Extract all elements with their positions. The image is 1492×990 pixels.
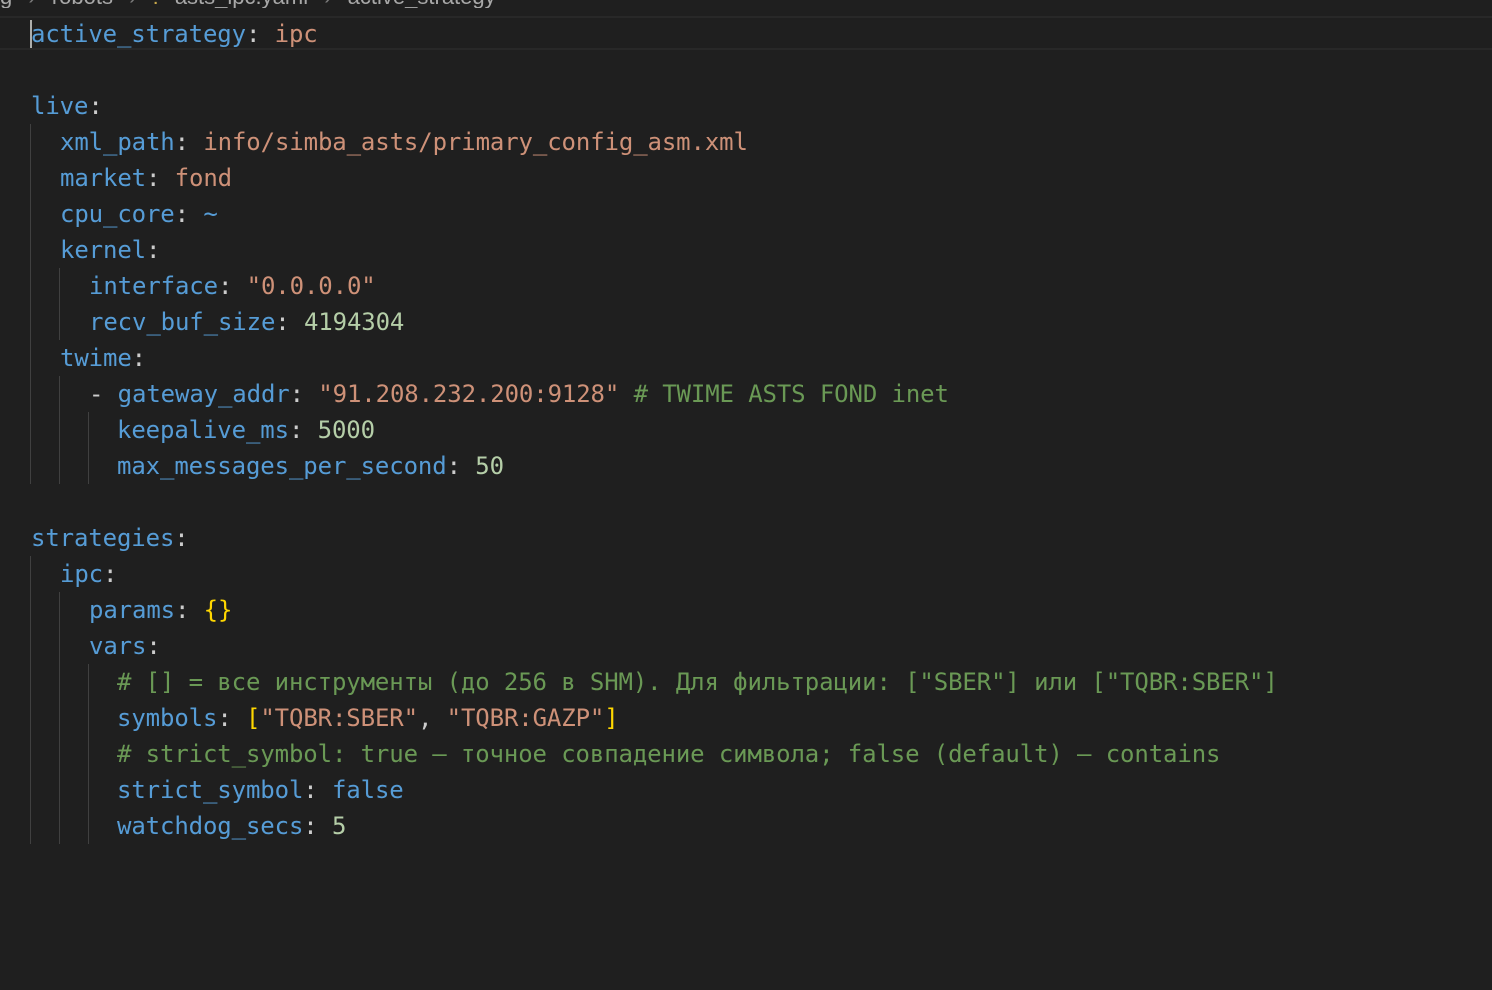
string-value: info/simba_asts/primary_config_asm.xml [203, 128, 748, 156]
code-line[interactable]: interface: "0.0.0.0" [89, 268, 376, 304]
punctuation: : [103, 560, 118, 588]
code-line[interactable]: # [] = все инструменты (до 256 в SHM). Д… [117, 664, 1278, 700]
punctuation: : [303, 776, 332, 804]
code-line[interactable]: - gateway_addr: "91.208.232.200:9128" # … [89, 376, 949, 412]
keyword-value: ~ [203, 200, 218, 228]
punctuation: : [217, 272, 247, 300]
yaml-key: market [60, 164, 146, 192]
comment: # TWIME ASTS FOND inet [633, 380, 949, 408]
punctuation: , [417, 704, 447, 732]
punctuation: : [145, 164, 175, 192]
punctuation: : [146, 632, 161, 660]
yaml-key: vars [89, 632, 147, 660]
indent-guide [59, 268, 60, 340]
string-value: ipc [274, 20, 318, 48]
yaml-key: max_messages_per_second [117, 452, 447, 480]
indent-guide [30, 556, 31, 844]
code-line[interactable]: strategies: [31, 520, 189, 556]
code-line[interactable]: active_strategy: ipc [31, 16, 318, 52]
code-line[interactable]: params: {} [89, 592, 232, 628]
yaml-key: live [31, 92, 89, 120]
bracket: ] [604, 704, 619, 732]
punctuation: - [89, 380, 118, 408]
code-line[interactable]: cpu_core: ~ [60, 196, 218, 232]
yaml-key: twime [60, 344, 132, 372]
breadcrumb: g › robots › ! asts_ipc.yaml › active_st… [0, 0, 760, 8]
yaml-key: strategies [31, 524, 175, 552]
yaml-key: interface [89, 272, 218, 300]
punctuation: : [88, 92, 103, 120]
code-line[interactable]: watchdog_secs: 5 [117, 808, 346, 844]
indent-guide [88, 664, 89, 844]
string-value: fond [174, 164, 232, 192]
punctuation: : [288, 416, 318, 444]
code-line[interactable]: ipc: [60, 556, 117, 592]
number-value: 50 [475, 452, 504, 480]
code-line[interactable]: kernel: [60, 232, 160, 268]
code-line[interactable]: twime: [60, 340, 146, 376]
yaml-key: kernel [60, 236, 146, 264]
punctuation: : [245, 20, 275, 48]
punctuation: : [303, 812, 332, 840]
code-line[interactable]: symbols: ["TQBR:SBER", "TQBR:GAZP"] [117, 700, 619, 736]
breadcrumb-item[interactable]: g [0, 0, 12, 8]
punctuation: : [131, 344, 146, 372]
code-line[interactable]: strict_symbol: false [117, 772, 404, 808]
punctuation: : [446, 452, 476, 480]
bracket: {} [203, 596, 233, 624]
yaml-key: xml_path [60, 128, 175, 156]
code-line[interactable]: max_messages_per_second: 50 [117, 448, 504, 484]
comment: # strict_symbol: true — точное совпадени… [117, 740, 1221, 768]
code-line[interactable]: xml_path: info/simba_asts/primary_config… [60, 124, 748, 160]
yaml-key: recv_buf_size [89, 308, 276, 336]
yaml-key: symbols [117, 704, 218, 732]
punctuation: : [174, 524, 189, 552]
punctuation: : [275, 308, 304, 336]
yaml-key: keepalive_ms [117, 416, 289, 444]
code-line[interactable]: keepalive_ms: 5000 [117, 412, 375, 448]
number-value: 5000 [317, 416, 375, 444]
code-line[interactable]: vars: [89, 628, 161, 664]
punctuation: : [289, 380, 319, 408]
yaml-key: gateway_addr [117, 380, 290, 408]
yaml-key: strict_symbol [117, 776, 304, 804]
punctuation: : [174, 128, 204, 156]
breadcrumb-item[interactable]: active_strategy [348, 0, 496, 8]
string-value: "TQBR:SBER" [260, 704, 418, 732]
comment: # [] = все инструменты (до 256 в SHM). Д… [117, 668, 1278, 696]
indent-guide [59, 592, 60, 844]
indent-guide [30, 124, 31, 484]
yaml-key: params [89, 596, 175, 624]
chevron-right-icon: › [324, 0, 331, 8]
punctuation [619, 380, 633, 408]
punctuation: : [174, 200, 204, 228]
bracket: [ [245, 704, 261, 732]
yaml-file-icon: ! [153, 0, 159, 8]
keyword-value: false [331, 776, 404, 804]
indent-guide [59, 376, 60, 484]
breadcrumb-item[interactable]: robots [52, 0, 113, 8]
string-value: "TQBR:GAZP" [446, 704, 605, 732]
code-line[interactable]: market: fond [60, 160, 232, 196]
chevron-right-icon: › [28, 0, 35, 8]
yaml-key: active_strategy [31, 20, 246, 48]
punctuation: : [217, 704, 246, 732]
code-line[interactable]: recv_buf_size: 4194304 [89, 304, 404, 340]
number-value: 4194304 [303, 308, 405, 336]
breadcrumb-item[interactable]: asts_ipc.yaml [175, 0, 308, 8]
string-value: "0.0.0.0" [246, 272, 376, 300]
punctuation: : [145, 236, 161, 264]
indent-guide [88, 412, 89, 484]
number-value: 5 [331, 812, 347, 840]
yaml-key: ipc [60, 560, 103, 588]
code-line[interactable]: live: [31, 88, 103, 124]
yaml-key: watchdog_secs [117, 812, 304, 840]
chevron-right-icon: › [129, 0, 136, 8]
code-line[interactable]: # strict_symbol: true — точное совпадени… [117, 736, 1220, 772]
code-editor[interactable]: g › robots › ! asts_ipc.yaml › active_st… [0, 0, 1492, 990]
punctuation: : [174, 596, 204, 624]
yaml-key: cpu_core [60, 200, 175, 228]
string-value: "91.208.232.200:9128" [318, 380, 620, 408]
